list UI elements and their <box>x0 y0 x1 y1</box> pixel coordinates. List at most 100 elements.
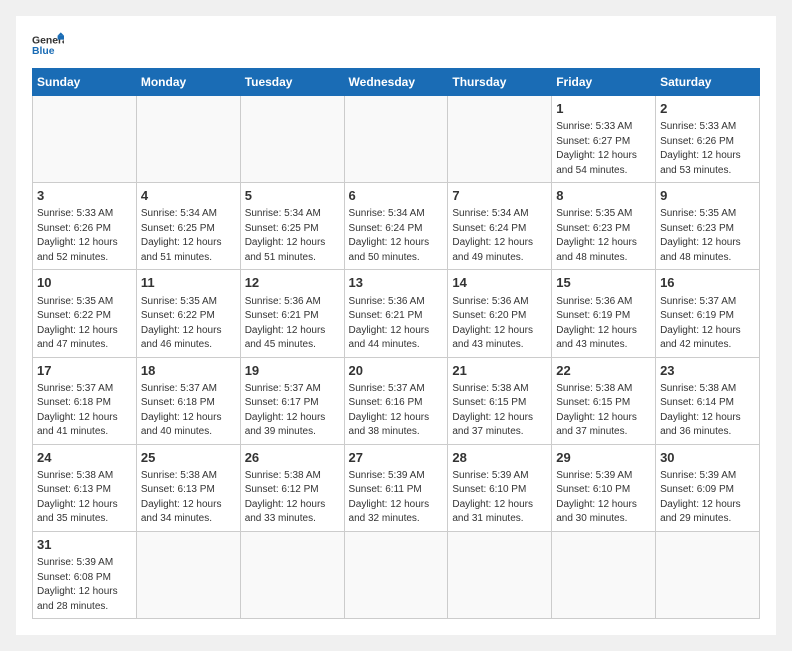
day-info: Sunrise: 5:38 AM Sunset: 6:14 PM Dayligh… <box>660 382 755 440</box>
day-number: 12 <box>245 274 340 292</box>
day-number: 31 <box>37 536 132 554</box>
day-cell: 5Sunrise: 5:34 AM Sunset: 6:25 PM Daylig… <box>240 183 344 270</box>
logo-icon: General Blue <box>32 32 64 60</box>
day-info: Sunrise: 5:35 AM Sunset: 6:22 PM Dayligh… <box>141 295 236 353</box>
day-info: Sunrise: 5:37 AM Sunset: 6:18 PM Dayligh… <box>141 382 236 440</box>
day-cell: 17Sunrise: 5:37 AM Sunset: 6:18 PM Dayli… <box>33 357 137 444</box>
day-number: 19 <box>245 362 340 380</box>
day-cell: 30Sunrise: 5:39 AM Sunset: 6:09 PM Dayli… <box>656 444 760 531</box>
day-number: 9 <box>660 187 755 205</box>
day-number: 10 <box>37 274 132 292</box>
day-cell: 19 Sunrise: 5:37 AM Sunset: 6:17 PM Dayli… <box>240 357 344 444</box>
day-info: Sunrise: 5:36 AM Sunset: 6:21 PM Dayligh… <box>349 295 444 353</box>
day-cell <box>33 96 137 183</box>
day-cell: 15 Sunrise: 5:36 AM Sunset: 6:19 PM Dayli… <box>552 270 656 357</box>
day-number: 26 <box>245 449 340 467</box>
day-cell: 31 Sunrise: 5:39 AM Sunset: 6:08 PM Dayli… <box>33 531 137 618</box>
day-cell: 3Sunrise: 5:33 AM Sunset: 6:26 PM Daylig… <box>33 183 137 270</box>
day-cell: 12Sunrise: 5:36 AM Sunset: 6:21 PM Dayli… <box>240 270 344 357</box>
day-cell: 2 Sunrise: 5:33 AM Sunset: 6:26 PM Daylig… <box>656 96 760 183</box>
day-number: 25 <box>141 449 236 467</box>
day-info: Sunrise: 5:37 AM Sunset: 6:16 PM Dayligh… <box>349 382 444 440</box>
day-cell: 26Sunrise: 5:38 AM Sunset: 6:12 PM Dayli… <box>240 444 344 531</box>
day-info: Sunrise: 5:39 AM Sunset: 6:08 PM Dayligh… <box>37 556 132 614</box>
day-cell: 20 Sunrise: 5:37 AM Sunset: 6:16 PM Dayli… <box>344 357 448 444</box>
week-row-4: 17Sunrise: 5:37 AM Sunset: 6:18 PM Dayli… <box>33 357 760 444</box>
day-number: 18 <box>141 362 236 380</box>
day-cell <box>448 96 552 183</box>
day-number: 24 <box>37 449 132 467</box>
day-number: 28 <box>452 449 547 467</box>
day-info: Sunrise: 5:34 AM Sunset: 6:24 PM Dayligh… <box>452 207 547 265</box>
day-info: Sunrise: 5:38 AM Sunset: 6:13 PM Dayligh… <box>37 469 132 527</box>
day-number: 15 <box>556 274 651 292</box>
weekday-header-monday: Monday <box>136 69 240 96</box>
day-number: 6 <box>349 187 444 205</box>
day-cell <box>136 531 240 618</box>
day-info: Sunrise: 5:37 AM Sunset: 6:17 PM Dayligh… <box>245 382 340 440</box>
day-number: 11 <box>141 274 236 292</box>
day-cell <box>240 96 344 183</box>
day-info: Sunrise: 5:39 AM Sunset: 6:10 PM Dayligh… <box>452 469 547 527</box>
calendar-table: SundayMondayTuesdayWednesdayThursdayFrid… <box>32 68 760 619</box>
day-info: Sunrise: 5:37 AM Sunset: 6:19 PM Dayligh… <box>660 295 755 353</box>
weekday-header-friday: Friday <box>552 69 656 96</box>
day-cell <box>344 531 448 618</box>
day-info: Sunrise: 5:39 AM Sunset: 6:10 PM Dayligh… <box>556 469 651 527</box>
day-cell: 8 Sunrise: 5:35 AM Sunset: 6:23 PM Daylig… <box>552 183 656 270</box>
day-cell: 13 Sunrise: 5:36 AM Sunset: 6:21 PM Dayli… <box>344 270 448 357</box>
weekday-header-wednesday: Wednesday <box>344 69 448 96</box>
week-row-3: 10 Sunrise: 5:35 AM Sunset: 6:22 PM Dayli… <box>33 270 760 357</box>
day-cell <box>552 531 656 618</box>
day-number: 27 <box>349 449 444 467</box>
day-cell: 25 Sunrise: 5:38 AM Sunset: 6:13 PM Dayli… <box>136 444 240 531</box>
day-number: 29 <box>556 449 651 467</box>
day-cell: 7 Sunrise: 5:34 AM Sunset: 6:24 PM Daylig… <box>448 183 552 270</box>
day-number: 13 <box>349 274 444 292</box>
day-number: 22 <box>556 362 651 380</box>
day-cell: 16 Sunrise: 5:37 AM Sunset: 6:19 PM Dayli… <box>656 270 760 357</box>
day-number: 1 <box>556 100 651 118</box>
weekday-header-thursday: Thursday <box>448 69 552 96</box>
day-cell: 22 Sunrise: 5:38 AM Sunset: 6:15 PM Dayli… <box>552 357 656 444</box>
day-info: Sunrise: 5:39 AM Sunset: 6:09 PM Dayligh… <box>660 469 755 527</box>
day-cell: 11 Sunrise: 5:35 AM Sunset: 6:22 PM Dayli… <box>136 270 240 357</box>
header: General Blue <box>32 32 760 60</box>
weekday-header-saturday: Saturday <box>656 69 760 96</box>
weekday-header-sunday: Sunday <box>33 69 137 96</box>
day-cell: 23 Sunrise: 5:38 AM Sunset: 6:14 PM Dayli… <box>656 357 760 444</box>
day-cell: 27Sunrise: 5:39 AM Sunset: 6:11 PM Dayli… <box>344 444 448 531</box>
day-number: 16 <box>660 274 755 292</box>
day-info: Sunrise: 5:35 AM Sunset: 6:23 PM Dayligh… <box>556 207 651 265</box>
day-number: 23 <box>660 362 755 380</box>
day-cell: 21 Sunrise: 5:38 AM Sunset: 6:15 PM Dayli… <box>448 357 552 444</box>
day-info: Sunrise: 5:36 AM Sunset: 6:19 PM Dayligh… <box>556 295 651 353</box>
day-info: Sunrise: 5:34 AM Sunset: 6:24 PM Dayligh… <box>349 207 444 265</box>
day-number: 4 <box>141 187 236 205</box>
day-number: 7 <box>452 187 547 205</box>
week-row-1: 1Sunrise: 5:33 AM Sunset: 6:27 PM Daylig… <box>33 96 760 183</box>
day-info: Sunrise: 5:38 AM Sunset: 6:15 PM Dayligh… <box>556 382 651 440</box>
day-number: 14 <box>452 274 547 292</box>
day-cell: 4Sunrise: 5:34 AM Sunset: 6:25 PM Daylig… <box>136 183 240 270</box>
day-cell <box>240 531 344 618</box>
day-cell <box>448 531 552 618</box>
week-row-2: 3Sunrise: 5:33 AM Sunset: 6:26 PM Daylig… <box>33 183 760 270</box>
day-info: Sunrise: 5:38 AM Sunset: 6:15 PM Dayligh… <box>452 382 547 440</box>
day-cell <box>136 96 240 183</box>
day-cell: 29 Sunrise: 5:39 AM Sunset: 6:10 PM Dayli… <box>552 444 656 531</box>
day-number: 21 <box>452 362 547 380</box>
day-cell: 14Sunrise: 5:36 AM Sunset: 6:20 PM Dayli… <box>448 270 552 357</box>
day-number: 8 <box>556 187 651 205</box>
day-cell: 18 Sunrise: 5:37 AM Sunset: 6:18 PM Dayli… <box>136 357 240 444</box>
day-info: Sunrise: 5:33 AM Sunset: 6:26 PM Dayligh… <box>660 120 755 178</box>
day-cell: 24 Sunrise: 5:38 AM Sunset: 6:13 PM Dayli… <box>33 444 137 531</box>
week-row-6: 31 Sunrise: 5:39 AM Sunset: 6:08 PM Dayli… <box>33 531 760 618</box>
day-number: 20 <box>349 362 444 380</box>
logo: General Blue <box>32 32 64 60</box>
day-number: 2 <box>660 100 755 118</box>
day-info: Sunrise: 5:34 AM Sunset: 6:25 PM Dayligh… <box>245 207 340 265</box>
weekday-header-row: SundayMondayTuesdayWednesdayThursdayFrid… <box>33 69 760 96</box>
day-info: Sunrise: 5:38 AM Sunset: 6:13 PM Dayligh… <box>141 469 236 527</box>
day-cell <box>656 531 760 618</box>
